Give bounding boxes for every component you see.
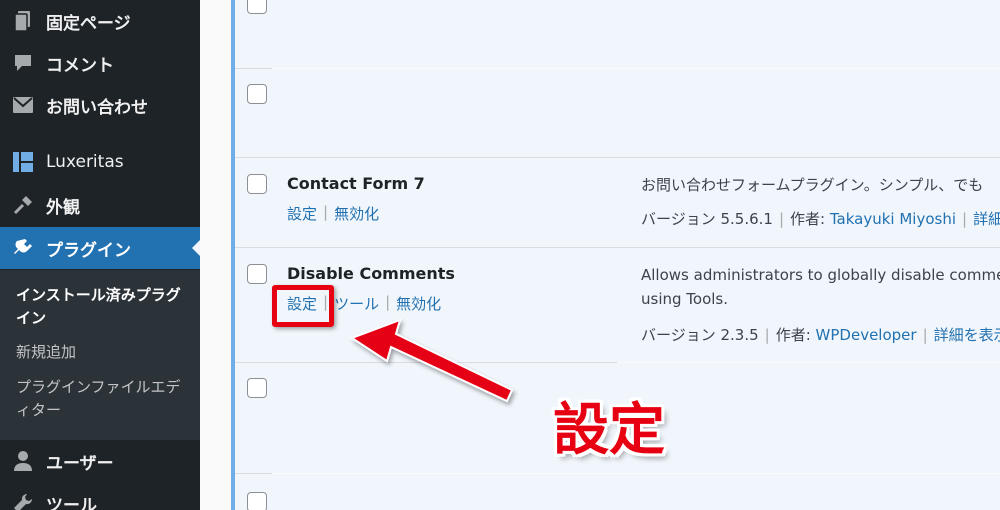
details-link[interactable]: 詳細を [973,210,1000,228]
row-divider [235,247,1000,248]
plugin-name: Disable Comments [287,264,455,283]
plugin-actions: 設定 | 無効化 [287,203,380,224]
author-label: 作者: [775,326,811,344]
row-divider [235,473,272,474]
page-icon [12,10,34,32]
plugin-name: Contact Form 7 [287,174,425,193]
plugin-meta: バージョン 2.3.5|作者: WPDeveloper|詳細を表示 [641,324,1000,345]
sidebar-item-tools[interactable]: ツール [0,482,200,510]
plugin-description: お問い合わせフォームプラグイン。シンプル、でも [641,176,984,194]
sidebar-item-label: ツール [46,495,97,510]
deactivate-link[interactable]: 無効化 [396,293,441,314]
submenu-installed-plugins[interactable]: インストール済みプラグイン [16,284,191,330]
sidebar-item-luxeritas[interactable]: Luxeritas [0,141,200,183]
submenu-add-new[interactable]: 新規追加 [16,341,191,364]
callout-label: 設定 [553,398,665,463]
plugin-icon [12,237,34,259]
wrench-icon [12,492,34,510]
row-checkbox[interactable] [247,492,267,510]
author-link[interactable]: WPDeveloper [816,326,917,344]
sidebar-item-label: 固定ページ [46,13,131,34]
version-text: バージョン 5.5.6.1 [641,210,773,228]
mail-icon [12,94,34,116]
sidebar-item-label: コメント [46,55,114,76]
version-text: バージョン 2.3.5 [641,326,759,344]
sidebar-item-label: ユーザー [46,453,114,474]
table-row [235,0,1000,68]
description-line: using Tools. [641,290,729,308]
sidebar-item-users[interactable]: ユーザー [0,440,200,482]
sidebar-item-label: Luxeritas [46,152,124,172]
sidebar-item-pages[interactable]: 固定ページ [0,0,200,42]
plugin-checkbox-disable-comments[interactable] [247,264,267,284]
details-link[interactable]: 詳細を表示 [934,326,1000,344]
row-checkbox[interactable] [247,84,267,104]
user-icon [12,450,34,472]
row-divider [235,68,272,69]
table-row [235,69,1000,157]
brush-icon [12,194,34,216]
sidebar-item-label: お問い合わせ [46,97,148,118]
plugin-description: Allows administrators to globally disabl… [641,263,1000,311]
sidebar-item-comments[interactable]: コメント [0,42,200,84]
sidebar-item-plugins[interactable]: プラグイン [0,227,200,269]
active-rows-border [231,0,235,510]
deactivate-link[interactable]: 無効化 [334,203,379,224]
submenu-plugin-editor[interactable]: プラグインファイルエディター [16,376,191,422]
description-line: Allows administrators to globally disabl… [641,266,1000,284]
row-divider [235,157,1000,158]
row-divider [235,362,617,363]
row-checkbox[interactable] [247,378,267,398]
plugins-submenu: インストール済みプラグイン 新規追加 プラグインファイルエディター [0,270,200,440]
author-label: 作者: [790,210,826,228]
settings-link[interactable]: 設定 [287,203,317,224]
admin-sidebar: 固定ページ コメント お問い合わせ Luxeritas 外観 プラグイン インス… [0,0,200,510]
sidebar-item-label: プラグイン [46,240,131,261]
luxeritas-icon [12,151,34,173]
sidebar-item-appearance[interactable]: 外観 [0,184,200,226]
row-checkbox[interactable] [247,0,267,14]
plugin-checkbox-contact-form-7[interactable] [247,174,267,194]
sidebar-item-contact[interactable]: お問い合わせ [0,84,200,126]
highlight-box [272,285,334,327]
table-row [235,474,1000,510]
comment-icon [12,52,34,74]
plugin-meta: バージョン 5.5.6.1|作者: Takayuki Miyoshi|詳細を [641,208,1000,229]
sidebar-item-label: 外観 [46,197,80,218]
active-indicator [192,240,200,256]
tools-link[interactable]: ツール [334,293,379,314]
author-link[interactable]: Takayuki Miyoshi [830,210,956,228]
